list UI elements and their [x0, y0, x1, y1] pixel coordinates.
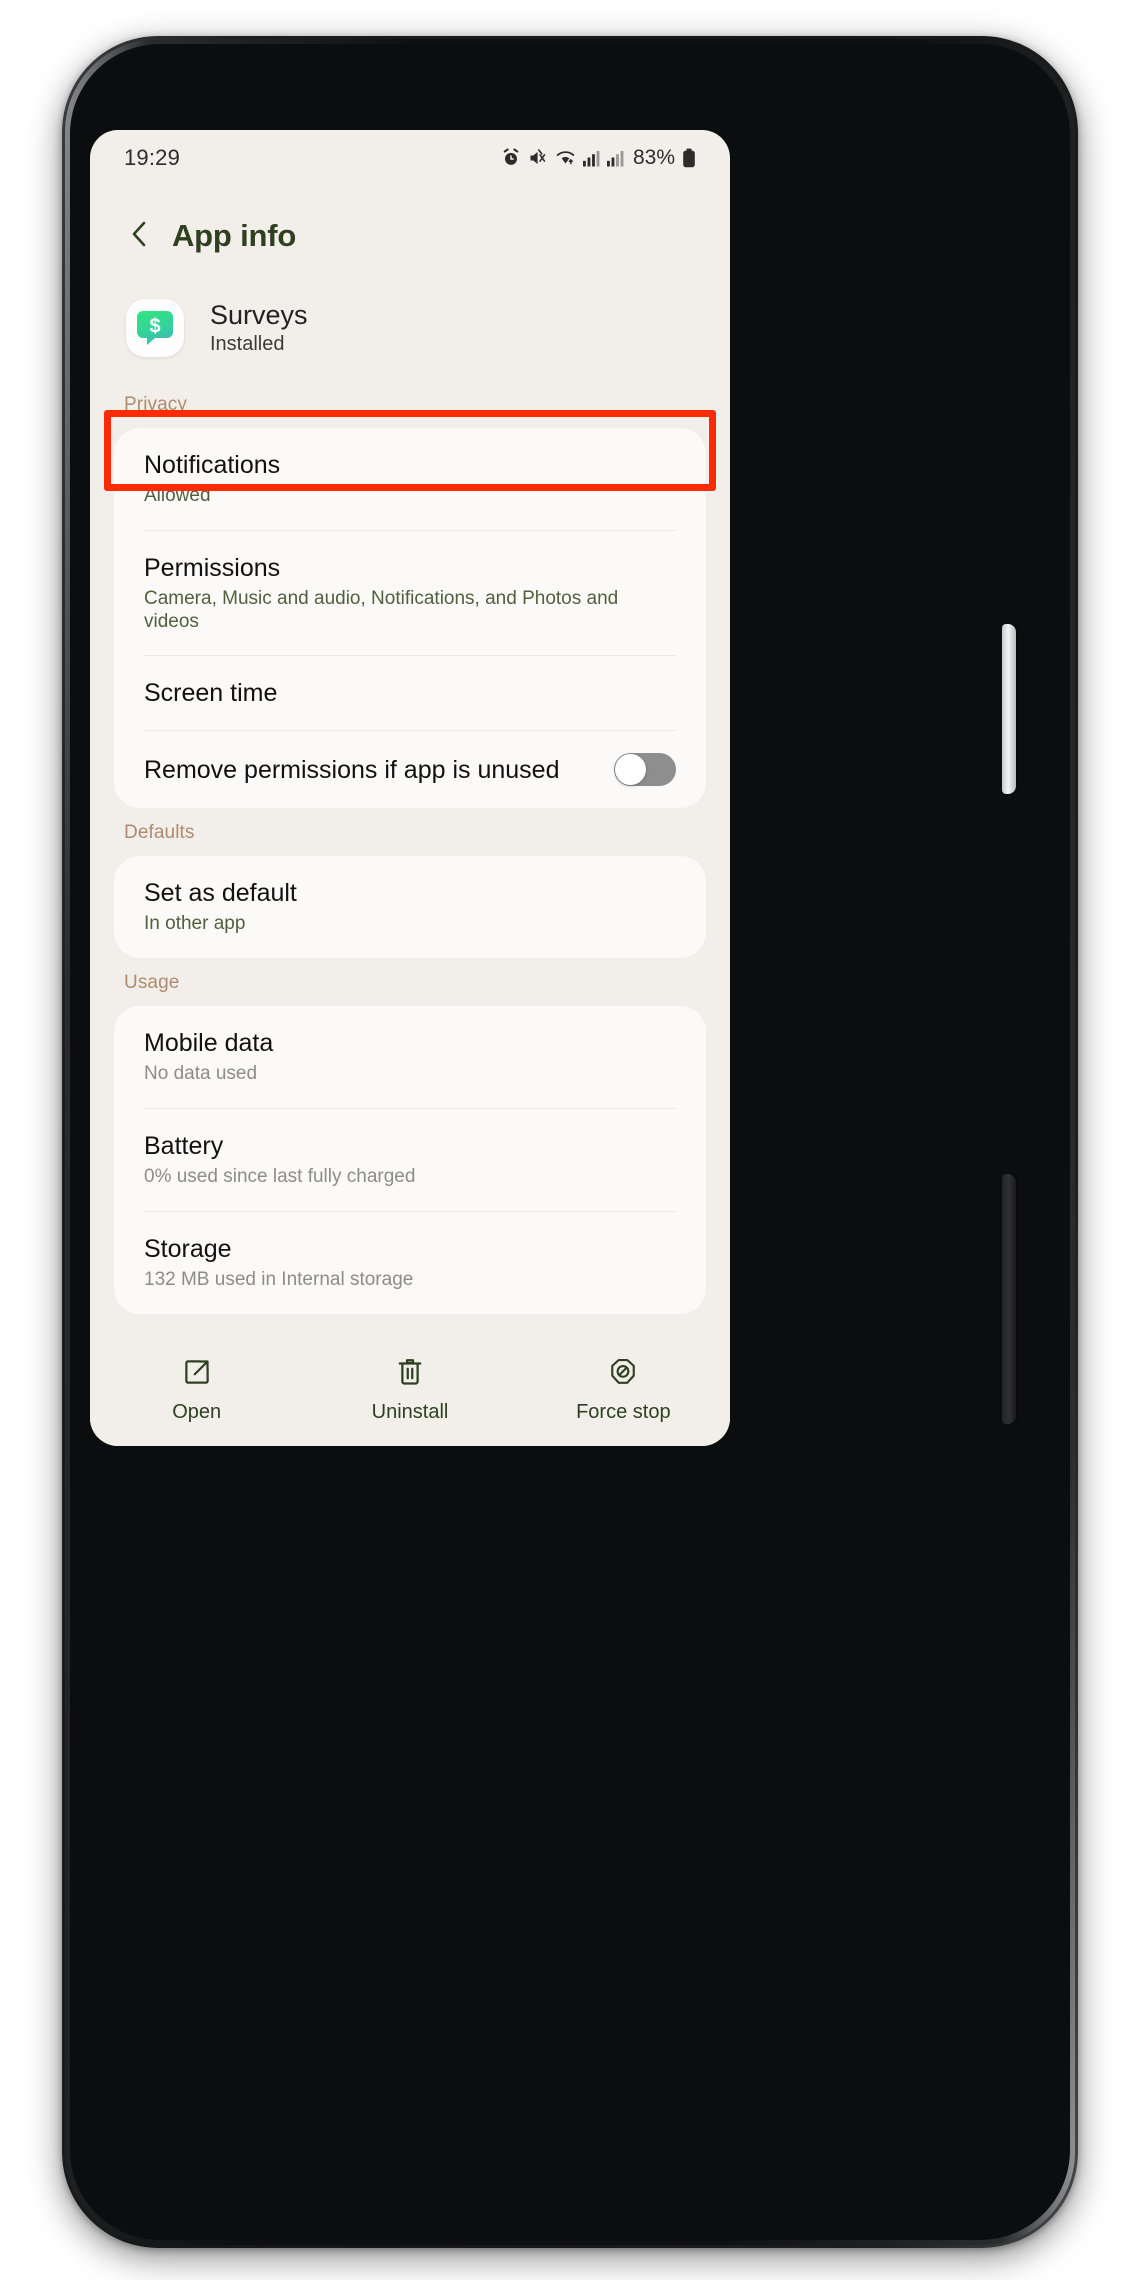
row-subtitle: Camera, Music and audio, Notifications, …	[144, 587, 619, 632]
signal-sim1-icon	[582, 148, 600, 168]
row-subtitle: 132 MB used in Internal storage	[144, 1268, 414, 1290]
force-stop-button[interactable]: Force stop	[517, 1357, 730, 1424]
list-item-permissions[interactable]: Permissions Camera, Music and audio, Not…	[114, 531, 706, 656]
force-stop-button-label: Force stop	[576, 1400, 671, 1423]
row-title: Screen time	[144, 679, 278, 708]
section-header-privacy: Privacy	[124, 394, 187, 415]
status-bar: 19:29 83%	[90, 130, 730, 186]
row-subtitle: No data used	[144, 1063, 258, 1085]
remove-permissions-toggle[interactable]	[614, 753, 676, 787]
phone-screen: 19:29 83% App info $ Surveys Installed P…	[90, 130, 730, 1446]
row-title: Set as default	[144, 879, 297, 908]
page-title: App info	[172, 218, 297, 253]
app-bar: App info	[90, 200, 730, 272]
privacy-card: Notifications Allowed Permissions Camera…	[114, 428, 706, 809]
row-title: Notifications	[144, 451, 281, 479]
row-subtitle: In other app	[144, 913, 246, 935]
row-subtitle: Allowed	[144, 485, 211, 506]
list-item-battery[interactable]: Battery 0% used since last fully charged	[114, 1109, 706, 1211]
list-item-screen-time[interactable]: Screen time	[114, 656, 706, 730]
uninstall-button-label: Uninstall	[371, 1400, 449, 1423]
signal-sim2-icon	[606, 148, 624, 168]
app-identity-text: Surveys Installed	[210, 300, 308, 356]
chevron-left-icon	[127, 219, 153, 254]
settings-list: Privacy Notifications Allowed Permission…	[90, 380, 730, 1314]
row-subtitle: 0% used since last fully charged	[144, 1165, 416, 1187]
surveys-app-icon: $	[126, 299, 184, 357]
open-button[interactable]: Open	[90, 1357, 303, 1424]
toggle-knob	[615, 754, 646, 786]
row-title: Battery	[144, 1131, 224, 1160]
section-header-defaults: Defaults	[124, 822, 195, 844]
section-header-usage: Usage	[124, 972, 180, 994]
power-button[interactable]	[1002, 1174, 1016, 1424]
usage-card: Mobile data No data used Battery 0% used…	[114, 1006, 706, 1314]
open-external-icon	[182, 1357, 212, 1392]
app-name: Surveys	[210, 299, 308, 330]
mute-vibrate-icon	[528, 148, 548, 168]
row-title: Mobile data	[144, 1029, 274, 1058]
list-item-set-as-default[interactable]: Set as default In other app	[114, 856, 706, 958]
row-title: Permissions	[144, 553, 281, 582]
list-item-notifications[interactable]: Notifications Allowed	[114, 428, 706, 530]
status-bar-clock: 19:29	[124, 145, 181, 170]
bottom-action-bar: Open Uninstall Force stop	[90, 1334, 730, 1446]
svg-text:$: $	[149, 316, 160, 338]
app-identity-header: $ Surveys Installed	[90, 280, 730, 376]
row-title: Remove permissions if app is unused	[144, 755, 560, 784]
battery-icon	[682, 148, 696, 168]
status-bar-icons: 83%	[501, 146, 696, 170]
battery-percent-label: 83%	[632, 146, 675, 169]
list-item-mobile-data[interactable]: Mobile data No data used	[114, 1006, 706, 1108]
wifi-icon	[555, 148, 576, 168]
list-item-remove-permissions[interactable]: Remove permissions if app is unused	[114, 731, 706, 808]
app-install-status: Installed	[210, 333, 285, 356]
defaults-card: Set as default In other app	[114, 856, 706, 959]
volume-rocker-button[interactable]	[1002, 624, 1016, 794]
uninstall-button[interactable]: Uninstall	[303, 1357, 516, 1424]
force-stop-icon	[608, 1357, 638, 1392]
alarm-icon	[501, 148, 521, 168]
phone-body: 19:29 83% App info $ Surveys Installed P…	[70, 44, 1070, 2240]
list-item-storage[interactable]: Storage 132 MB used in Internal storage	[114, 1212, 706, 1314]
back-button[interactable]	[118, 214, 162, 258]
row-title: Storage	[144, 1234, 232, 1263]
open-button-label: Open	[172, 1400, 222, 1423]
trash-icon	[395, 1357, 425, 1392]
